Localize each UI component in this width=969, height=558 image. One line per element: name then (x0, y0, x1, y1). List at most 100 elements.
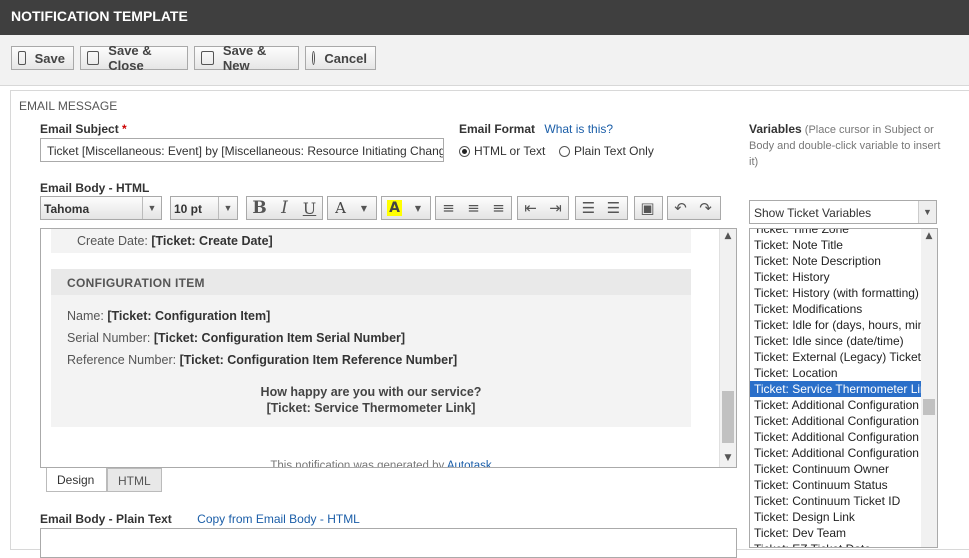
scroll-thumb[interactable] (923, 399, 935, 415)
create-date-row: Create Date: [Ticket: Create Date] (77, 234, 273, 248)
format-html-radio[interactable]: HTML or Text (459, 144, 545, 158)
undo-icon[interactable]: ↶ (668, 197, 693, 219)
scroll-up-icon[interactable]: ▲ (921, 231, 937, 241)
window-title: NOTIFICATION TEMPLATE (11, 8, 188, 24)
align-right-icon[interactable]: ≡ (486, 197, 511, 219)
ci-name-row: Name: [Ticket: Configuration Item] (67, 309, 271, 323)
scroll-thumb[interactable] (722, 391, 734, 443)
required-mark: * (122, 122, 127, 136)
floppy-disk-icon (18, 51, 26, 65)
underline-icon[interactable]: U (297, 197, 322, 219)
editor-toolbar: Tahoma ▼ 10 pt ▼ B I U A ▼ A ▼ ≡ ≡ ≡ ⇤ ⇥… (40, 196, 736, 224)
image-group: ▣ (634, 196, 663, 220)
font-color-group: A ▼ (327, 196, 377, 220)
tab-html[interactable]: HTML (107, 468, 162, 492)
cancel-x-icon (312, 51, 316, 65)
variable-item[interactable]: Ticket: External (Legacy) Ticket ID (750, 349, 921, 365)
footer-note: This notification was generated by Autot… (41, 460, 721, 467)
variable-item[interactable]: Ticket: Idle for (days, hours, minutes) (750, 317, 921, 333)
thermometer-variable: [Ticket: Service Thermometer Link] (266, 401, 476, 415)
font-size-select[interactable]: 10 pt ▼ (170, 196, 238, 220)
ticket-card: Create Date: [Ticket: Create Date] (51, 229, 691, 253)
scroll-up-icon[interactable]: ▲ (720, 231, 736, 241)
radio-selected-icon (459, 145, 470, 157)
variable-item[interactable]: Ticket: History (with formatting) (750, 285, 921, 301)
plain-text-body-input[interactable] (40, 528, 737, 558)
variable-item[interactable]: Ticket: Modifications (750, 301, 921, 317)
bold-icon[interactable]: B (247, 197, 272, 219)
copy-from-html-link[interactable]: Copy from Email Body - HTML (197, 512, 360, 526)
autotask-link[interactable]: Autotask (447, 460, 492, 467)
format-plain-radio[interactable]: Plain Text Only (559, 144, 654, 158)
save-button[interactable]: Save (11, 46, 74, 70)
variables-help: Variables (Place cursor in Subject or Bo… (749, 121, 949, 170)
radio-unselected-icon (559, 145, 570, 157)
tab-design[interactable]: Design (46, 468, 107, 492)
numbered-list-icon[interactable]: ☰ (576, 197, 601, 219)
ci-header: CONFIGURATION ITEM (51, 269, 691, 295)
variable-item[interactable]: Ticket: History (750, 269, 921, 285)
list-group: ☰ ☰ (575, 196, 628, 220)
variable-item[interactable]: Ticket: Additional Configuration Item (750, 413, 921, 429)
align-center-icon[interactable]: ≡ (461, 197, 486, 219)
variable-item[interactable]: Ticket: Time Zone (750, 229, 921, 237)
insert-image-icon[interactable]: ▣ (635, 197, 660, 219)
variable-item[interactable]: Ticket: Design Link (750, 509, 921, 525)
variable-item[interactable]: Ticket: Additional Configuration Item (750, 445, 921, 461)
save-close-button[interactable]: Save & Close (80, 43, 188, 73)
variable-item[interactable]: Ticket: Continuum Status (750, 477, 921, 493)
variable-item[interactable]: Ticket: Dev Team (750, 525, 921, 541)
variable-item[interactable]: Ticket: Note Title (750, 237, 921, 253)
chevron-down-icon: ▼ (218, 197, 237, 219)
variables-list[interactable]: Ticket: Time Zone Ticket: Note Title Ticke… (749, 228, 938, 548)
indent-group: ⇤ ⇥ (517, 196, 569, 220)
email-format-label: Email Format What is this? (459, 122, 614, 136)
bullet-list-icon[interactable]: ☰ (601, 197, 626, 219)
outdent-icon[interactable]: ⇤ (518, 197, 543, 219)
align-left-icon[interactable]: ≡ (436, 197, 461, 219)
subject-label: Email Subject * (40, 122, 127, 136)
save-new-button[interactable]: Save & New (194, 43, 299, 73)
title-bar: NOTIFICATION TEMPLATE (0, 0, 969, 35)
undo-redo-group: ↶ ↷ (667, 196, 721, 220)
html-editor[interactable]: Create Date: [Ticket: Create Date] CONFI… (40, 228, 737, 468)
variable-item[interactable]: Ticket: Continuum Owner (750, 461, 921, 477)
happy-question: How happy are you with our service? (260, 385, 482, 399)
variable-item[interactable]: Ticket: Location (750, 365, 921, 381)
chevron-down-icon: ▼ (142, 197, 161, 219)
subject-input[interactable]: Ticket [Miscellaneous: Event] by [Miscel… (40, 138, 444, 162)
chevron-down-icon[interactable]: ▼ (353, 197, 375, 219)
variable-item[interactable]: Ticket: EZ Ticket Date (750, 541, 921, 547)
configuration-item-card: CONFIGURATION ITEM Name: [Ticket: Config… (51, 269, 691, 427)
highlight-color-icon[interactable]: A (382, 197, 407, 219)
alignment-group: ≡ ≡ ≡ (435, 196, 512, 220)
floppy-disk-plus-icon (201, 51, 214, 65)
variable-item[interactable]: Ticket: Service Thermometer Link (750, 381, 921, 397)
variable-type-select[interactable]: Show Ticket Variables ▼ (749, 200, 937, 224)
text-style-group: B I U (246, 196, 323, 220)
font-color-icon[interactable]: A (328, 197, 353, 219)
variables-label: Variables (749, 122, 802, 136)
indent-icon[interactable]: ⇥ (543, 197, 568, 219)
italic-icon[interactable]: I (272, 197, 297, 219)
variable-item[interactable]: Ticket: Continuum Ticket ID (750, 493, 921, 509)
section-title: EMAIL MESSAGE (19, 99, 118, 113)
body-plain-label: Email Body - Plain Text Copy from Email … (40, 512, 360, 526)
variable-item[interactable]: Ticket: Additional Configuration Item (750, 397, 921, 413)
variables-scrollbar[interactable]: ▲ (921, 229, 937, 547)
body-html-label: Email Body - HTML (40, 181, 150, 195)
highlight-group: A ▼ (381, 196, 431, 220)
redo-icon[interactable]: ↷ (693, 197, 718, 219)
cancel-button[interactable]: Cancel (305, 46, 376, 70)
font-family-select[interactable]: Tahoma ▼ (40, 196, 162, 220)
chevron-down-icon: ▼ (918, 201, 936, 223)
variable-item[interactable]: Ticket: Note Description (750, 253, 921, 269)
variable-item[interactable]: Ticket: Idle since (date/time) (750, 333, 921, 349)
ci-serial-row: Serial Number: [Ticket: Configuration It… (67, 331, 406, 345)
what-is-this-link[interactable]: What is this? (544, 122, 613, 136)
variable-item[interactable]: Ticket: Additional Configuration Item (750, 429, 921, 445)
editor-scrollbar[interactable]: ▲ ▼ (719, 229, 736, 467)
scroll-down-icon[interactable]: ▼ (720, 453, 736, 463)
chevron-down-icon[interactable]: ▼ (407, 197, 429, 219)
floppy-disk-icon (87, 51, 100, 65)
